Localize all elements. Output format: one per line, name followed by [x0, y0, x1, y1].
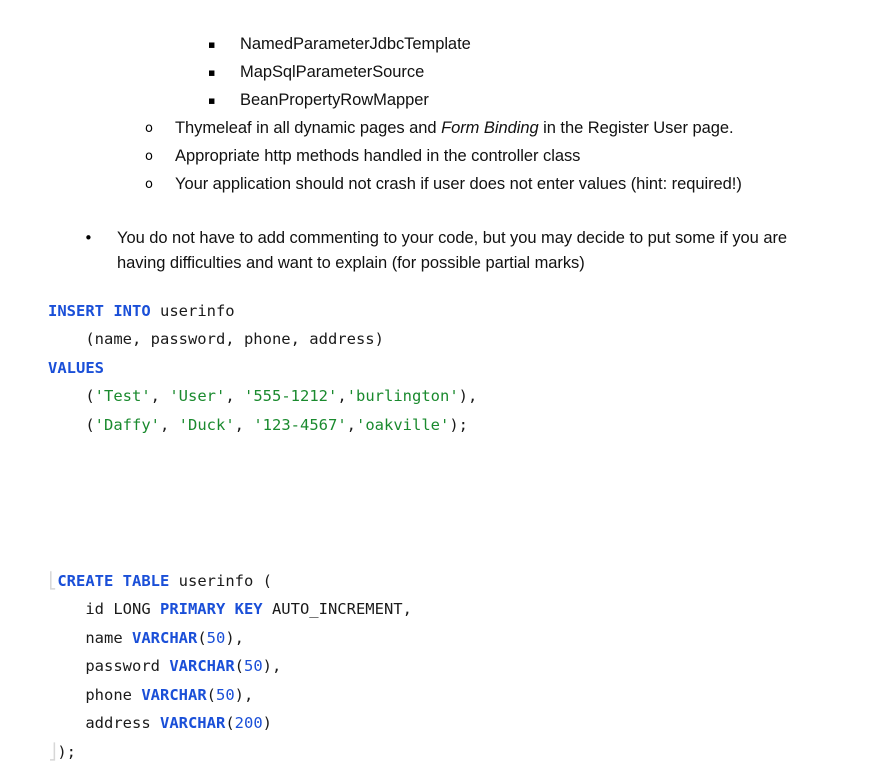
- code-token-plain: ,: [150, 387, 170, 406]
- circle-bullet-icon: o: [145, 149, 153, 164]
- code-line: phone VARCHAR(50),: [48, 686, 253, 704]
- code-token-plain: ,: [225, 387, 245, 406]
- code-token-plain: ,: [234, 415, 254, 434]
- code-line: INSERT INTO userinfo: [48, 302, 235, 320]
- code-line: ⎦);: [48, 743, 76, 761]
- code-token-num: 200: [234, 714, 263, 733]
- code-token-plain: ,: [346, 415, 357, 434]
- list-item: ▪ NamedParameterJdbcTemplate: [208, 32, 895, 57]
- code-token-plain: (: [48, 387, 95, 406]
- code-line: address VARCHAR(200): [48, 714, 272, 732]
- code-token-str: 'User': [169, 387, 226, 406]
- code-token-plain: password: [48, 657, 170, 676]
- code-token-kw: VARCHAR: [132, 628, 198, 647]
- code-token-plain: ),: [225, 628, 245, 647]
- emphasis-text: Form Binding: [441, 119, 539, 137]
- list-item-label: Your application should not crash if use…: [175, 175, 742, 193]
- requirements-list: o Thymeleaf in all dynamic pages and For…: [0, 116, 895, 197]
- code-token-kw: CREATE TABLE: [57, 571, 170, 590]
- list-item-label: Thymeleaf in all dynamic pages and Form …: [175, 116, 895, 141]
- code-token-kw: VALUES: [48, 358, 104, 377]
- document-body: ▪ NamedParameterJdbcTemplate ▪ MapSqlPar…: [0, 0, 895, 276]
- code-line: id LONG PRIMARY KEY AUTO_INCREMENT,: [48, 600, 412, 618]
- list-item: ▪ BeanPropertyRowMapper: [208, 88, 895, 113]
- list-item-label: You do not have to add commenting to you…: [117, 229, 788, 272]
- list-item-label: Appropriate http methods handled in the …: [175, 147, 581, 165]
- code-token-plain: ,: [337, 387, 347, 406]
- commenting-note-list: • You do not have to add commenting to y…: [0, 226, 895, 276]
- list-item: o Thymeleaf in all dynamic pages and For…: [145, 116, 895, 141]
- code-token-plain: ): [262, 714, 272, 733]
- code-token-plain: );: [57, 743, 77, 762]
- code-token-plain: );: [449, 415, 469, 434]
- code-token-plain: (: [225, 714, 235, 733]
- sql-code-block-insert: INSERT INTO userinfo (name, password, ph…: [48, 297, 477, 440]
- code-token-plain: ,: [160, 415, 179, 434]
- code-token-str: 'Daffy': [94, 415, 160, 434]
- code-token-num: 50: [216, 685, 235, 704]
- text-segment: Thymeleaf in all dynamic pages and: [175, 119, 442, 137]
- code-token-kw: VARCHAR: [159, 714, 226, 733]
- code-token-plain: (: [48, 415, 95, 434]
- code-token-str: '123-4567': [253, 415, 347, 434]
- code-token-plain: ),: [234, 685, 254, 704]
- code-token-plain: address: [48, 714, 160, 733]
- circle-bullet-icon: o: [145, 121, 153, 136]
- code-token-plain: userinfo: [150, 301, 235, 320]
- list-item-label: MapSqlParameterSource: [240, 63, 425, 81]
- code-token-plain: (: [197, 628, 207, 647]
- code-line: VALUES: [48, 359, 104, 377]
- code-token-kw: INSERT INTO: [48, 301, 151, 320]
- code-token-kw: VARCHAR: [141, 685, 207, 704]
- square-bullet-icon: ▪: [208, 94, 216, 107]
- code-token-plain: (name, password, phone, address): [48, 330, 384, 349]
- list-item: o Appropriate http methods handled in th…: [145, 144, 895, 169]
- code-token-plain: id LONG: [48, 600, 160, 619]
- text-segment: in the Register User page.: [538, 119, 734, 137]
- code-token-kw: VARCHAR: [169, 657, 235, 676]
- code-token-str: 'burlington': [346, 387, 459, 406]
- code-token-num: 50: [244, 657, 263, 676]
- code-line: password VARCHAR(50),: [48, 657, 281, 675]
- code-token-plain: (: [206, 685, 216, 704]
- square-bullet-icon: ▪: [208, 66, 216, 79]
- code-line: ('Daffy', 'Duck', '123-4567','oakville')…: [48, 416, 468, 434]
- list-item: • You do not have to add commenting to y…: [84, 226, 895, 276]
- code-token-str: 'Test': [94, 387, 151, 406]
- code-token-plain: name: [48, 628, 132, 647]
- code-token-num: 50: [206, 628, 226, 647]
- code-line: ('Test', 'User', '555-1212','burlington'…: [48, 387, 477, 405]
- code-token-plain: ),: [458, 387, 478, 406]
- code-token-str: '555-1212': [244, 387, 338, 406]
- code-token-str: 'Duck': [178, 415, 235, 434]
- square-bullet-icon: ▪: [208, 38, 216, 51]
- code-token-str: 'oakville': [356, 415, 450, 434]
- list-item: ▪ MapSqlParameterSource: [208, 60, 895, 85]
- list-item: o Your application should not crash if u…: [145, 172, 895, 197]
- code-token-kw: PRIMARY KEY: [159, 600, 263, 619]
- spring-jdbc-class-list: ▪ NamedParameterJdbcTemplate ▪ MapSqlPar…: [0, 32, 895, 113]
- code-token-ghost: ⎣: [48, 571, 58, 590]
- code-line: ⎣CREATE TABLE userinfo (: [48, 572, 272, 590]
- round-bullet-icon: •: [84, 229, 93, 247]
- circle-bullet-icon: o: [145, 177, 153, 192]
- code-line: (name, password, phone, address): [48, 330, 384, 348]
- code-token-plain: userinfo (: [169, 571, 272, 590]
- code-token-ghost: ⎦: [48, 743, 58, 762]
- list-item-label: BeanPropertyRowMapper: [240, 91, 429, 109]
- code-token-plain: phone: [48, 685, 142, 704]
- list-item-label: NamedParameterJdbcTemplate: [240, 35, 471, 53]
- code-token-plain: (: [234, 657, 244, 676]
- code-token-plain: AUTO_INCREMENT,: [262, 600, 412, 619]
- code-token-plain: ),: [262, 657, 282, 676]
- sql-code-block-create-table: ⎣CREATE TABLE userinfo ( id LONG PRIMARY…: [48, 567, 412, 767]
- code-line: name VARCHAR(50),: [48, 629, 244, 647]
